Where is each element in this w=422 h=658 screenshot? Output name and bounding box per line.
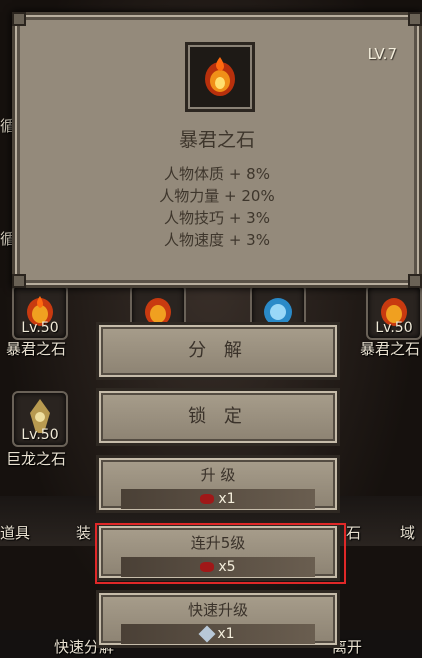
- slot-label: 巨龙之石: [6, 450, 67, 468]
- quick-upgrade-cost: x1: [121, 624, 315, 644]
- tab-stone[interactable]: 石: [346, 522, 361, 543]
- item-name: 暴君之石: [178, 129, 255, 151]
- gem-slot-dragon[interactable]: Lv.50: [12, 391, 68, 447]
- gem-slot-tyrant-right[interactable]: Lv.50: [366, 284, 422, 340]
- cost-amount: x1: [218, 491, 236, 507]
- panel-corner: [408, 12, 422, 26]
- slot-level: Lv.50: [375, 320, 413, 336]
- item-tooltip-panel: LV.7 暴君之石 人物体质 + 8% 人物力量 + 20% 人物技巧 + 3%…: [12, 12, 422, 288]
- upgrade-button[interactable]: 升 级 x1: [96, 455, 340, 513]
- slot-label: 暴君之石: [360, 340, 421, 358]
- stat-line: 人物技巧 + 3%: [164, 209, 270, 227]
- item-level: LV.7: [367, 45, 397, 63]
- stat-line: 人物速度 + 3%: [164, 231, 270, 249]
- tab-equip[interactable]: 装: [76, 522, 91, 543]
- panel-corner: [12, 274, 26, 288]
- quick-upgrade-label: 快速升级: [187, 601, 248, 619]
- tab-items[interactable]: 道具: [0, 522, 30, 543]
- ruby-icon: [200, 494, 215, 504]
- stat-line: 人物力量 + 20%: [159, 187, 275, 205]
- upgrade-label: 升 级: [200, 466, 236, 484]
- fire-gem-icon: [205, 57, 235, 96]
- upgrade-cost: x1: [121, 489, 315, 509]
- decompose-button[interactable]: 分 解: [96, 322, 340, 380]
- decompose-label: 分 解: [188, 340, 248, 361]
- slot-level: Lv.50: [21, 427, 59, 443]
- item-icon-frame: [185, 42, 255, 112]
- cost-amount: x1: [217, 626, 235, 642]
- stat-line: 人物体质 + 8%: [164, 165, 270, 183]
- gem-slot-tyrant-left[interactable]: Lv.50: [12, 284, 68, 340]
- panel-corner: [12, 12, 26, 26]
- crystal-icon: [198, 625, 216, 643]
- slot-level: Lv.50: [21, 320, 59, 336]
- tab-domain[interactable]: 域: [400, 522, 415, 543]
- slot-label: 暴君之石: [6, 340, 67, 358]
- quick-upgrade-button[interactable]: 快速升级 x1: [96, 590, 340, 648]
- panel-corner: [408, 274, 422, 288]
- lock-button[interactable]: 锁 定: [96, 388, 340, 446]
- item-stats: 人物体质 + 8% 人物力量 + 20% 人物技巧 + 3% 人物速度 + 3%: [15, 163, 419, 251]
- lock-label: 锁 定: [188, 406, 248, 427]
- highlight-box: [95, 523, 346, 584]
